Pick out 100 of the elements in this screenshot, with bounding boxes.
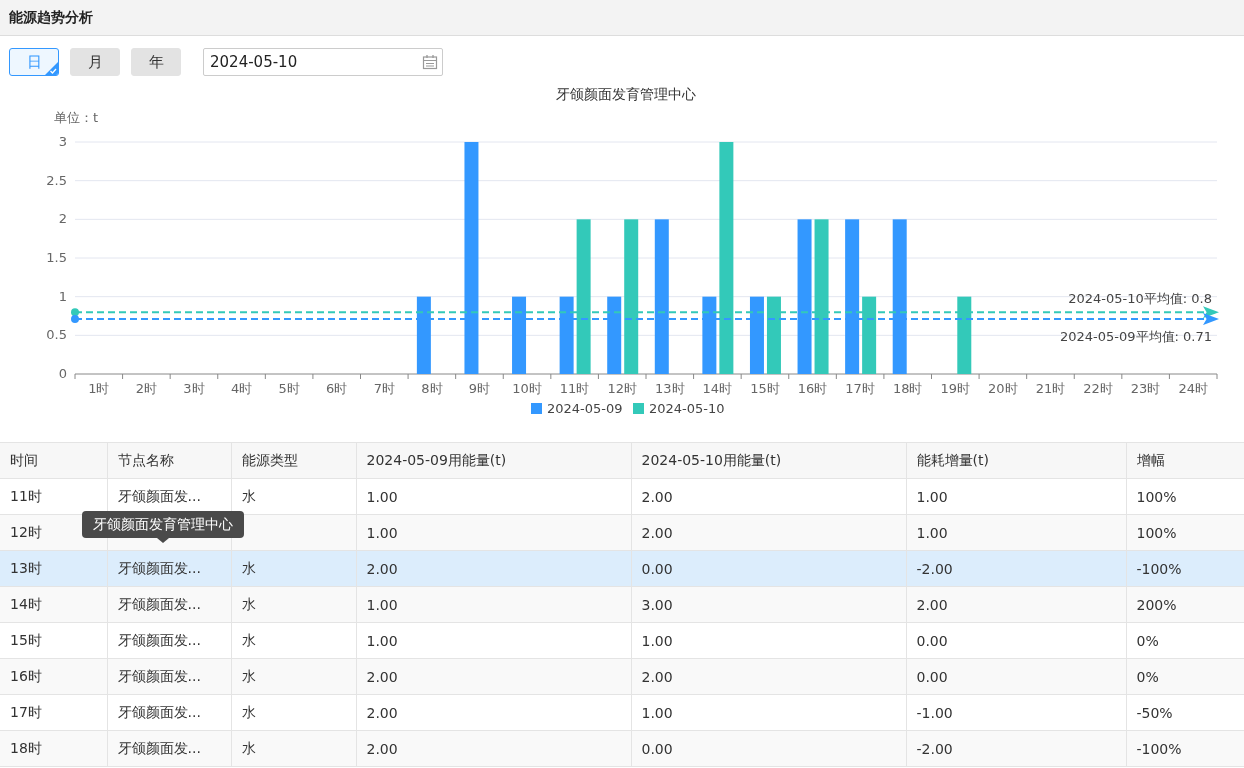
table-cell: 牙颌颜面发...	[117, 487, 201, 504]
table-cell: -2.00	[916, 740, 953, 757]
axis-label: 24时	[1178, 381, 1208, 396]
legend-swatch	[531, 403, 542, 414]
axis-label: 1.5	[46, 250, 67, 265]
table-cell: 12时	[10, 523, 42, 540]
table-cell: 2.00	[366, 668, 398, 685]
axis-label: 22时	[1083, 381, 1113, 396]
axis-label: 7时	[373, 381, 395, 396]
column-header: 能耗增量(t)	[906, 442, 1126, 479]
table-cell: 水	[241, 703, 256, 720]
table-cell: 0.00	[641, 740, 673, 757]
axis-label: 11时	[559, 381, 590, 396]
table-cell: 100%	[1136, 524, 1177, 541]
axis-label: 1	[58, 288, 67, 304]
chart-title: 牙颌颜面发育管理中心	[556, 86, 696, 102]
table-cell: 1.00	[641, 632, 673, 649]
average-label: 2024-05-09平均值: 0.71	[1060, 329, 1212, 345]
axis-label: 18时	[892, 381, 923, 396]
axis-label: 23时	[1130, 381, 1161, 396]
tooltip-arrow	[157, 538, 169, 543]
period-tab[interactable]: 年	[131, 48, 181, 76]
table-row[interactable]: 15时 牙颌颜面发... 水 1.00 1.00 0.00 0%	[0, 622, 1244, 659]
axis-label: 14时	[702, 381, 733, 396]
table-cell: 13时	[10, 559, 42, 576]
table-cell: 1.00	[366, 632, 398, 649]
table-cell: 1.00	[916, 488, 948, 505]
axis-label: 16时	[797, 381, 828, 396]
table-cell: 2.00	[641, 488, 673, 505]
period-tab[interactable]: 月	[70, 48, 120, 76]
table-cell: 2.00	[916, 596, 948, 613]
tooltip: 牙颌颜面发育管理中心	[82, 511, 244, 538]
column-header: 能源类型	[231, 442, 356, 479]
table-cell: 2.00	[366, 560, 398, 577]
table-cell: 牙颌颜面发...	[117, 667, 201, 684]
axis-label: 13时	[655, 381, 685, 396]
table-cell: 0.00	[916, 668, 948, 685]
table-cell: 牙颌颜面发...	[117, 595, 201, 612]
table-cell: 1.00	[366, 596, 398, 613]
table-cell: 0.00	[916, 632, 948, 649]
axis-label: 3	[58, 134, 67, 149]
average-label: 2024-05-10平均值: 0.8	[1068, 291, 1212, 307]
axis-label: 3时	[183, 381, 205, 396]
column-header: 节点名称	[107, 442, 231, 479]
axis-label: 1时	[88, 381, 110, 396]
table-cell: 1.00	[916, 524, 948, 541]
table-cell: 1.00	[366, 524, 398, 541]
table-cell: 18时	[10, 739, 42, 756]
table-cell: 100%	[1136, 488, 1177, 505]
axis-label: 6时	[326, 381, 348, 396]
table-cell: 14时	[10, 595, 42, 612]
table-row[interactable]: 17时 牙颌颜面发... 水 2.00 1.00 -1.00 -50%	[0, 694, 1244, 731]
table-row[interactable]: 11时 牙颌颜面发... 水 1.00 2.00 1.00 100%	[0, 478, 1244, 515]
axis-label: 5时	[278, 381, 300, 396]
column-header: 2024-05-09用能量(t)	[356, 442, 631, 479]
date-field[interactable]: 2024-05-10	[203, 48, 443, 76]
table-cell: 2.00	[641, 524, 673, 541]
table-cell: 水	[241, 739, 256, 756]
table-cell: 牙颌颜面发...	[117, 559, 201, 576]
axis-label: 2	[58, 211, 67, 227]
table-row[interactable]: 16时 牙颌颜面发... 水 2.00 2.00 0.00 0%	[0, 658, 1244, 695]
table-cell: 15时	[10, 631, 42, 648]
table-cell: 2.00	[641, 668, 673, 685]
table-cell: 牙颌颜面发...	[117, 739, 201, 756]
axis-title: 单位：t	[53, 110, 99, 125]
axis-label: 2.5	[46, 172, 67, 188]
table-cell: 17时	[10, 703, 42, 720]
legend-label: 2024-05-10	[649, 401, 725, 416]
table-cell: 0.00	[641, 560, 673, 577]
table-cell: 1.00	[641, 704, 673, 721]
axis-label: 0.5	[46, 327, 67, 343]
table-cell: 牙颌颜面发...	[117, 703, 201, 720]
axis-label: 0	[58, 366, 67, 381]
axis-label: 8时	[421, 381, 443, 396]
table-cell: 2.00	[366, 740, 398, 757]
table-cell: 水	[241, 631, 256, 648]
column-header: 时间	[0, 442, 107, 479]
table-cell: 水	[241, 559, 256, 576]
table-cell: 1.00	[366, 488, 398, 505]
table-cell: 0%	[1136, 668, 1159, 685]
table-cell: -1.00	[916, 704, 953, 721]
axis-label: 19时	[940, 381, 971, 396]
table-cell: 水	[241, 487, 256, 504]
axis-label: 9时	[468, 381, 491, 396]
axis-label: 15时	[750, 381, 780, 396]
table-cell: 200%	[1136, 596, 1177, 613]
legend-swatch	[633, 403, 644, 414]
legend-label: 2024-05-09	[547, 401, 623, 416]
table-row[interactable]: 14时 牙颌颜面发... 水 1.00 3.00 2.00 200%	[0, 586, 1244, 623]
table-row[interactable]: 18时 牙颌颜面发... 水 2.00 0.00 -2.00 -100%	[0, 730, 1244, 767]
axis-label: 10时	[512, 381, 542, 396]
table-cell: 0%	[1136, 632, 1159, 649]
axis-label: 12时	[607, 381, 637, 396]
column-header: 增幅	[1126, 442, 1244, 479]
axis-label: 4时	[230, 381, 253, 396]
table-row[interactable]: 13时 牙颌颜面发... 水 2.00 0.00 -2.00 -100%	[0, 550, 1244, 587]
table-cell: 牙颌颜面发...	[117, 631, 201, 648]
axis-label: 21时	[1035, 381, 1066, 396]
calendar-icon	[422, 54, 438, 70]
table-cell: 16时	[10, 667, 42, 684]
